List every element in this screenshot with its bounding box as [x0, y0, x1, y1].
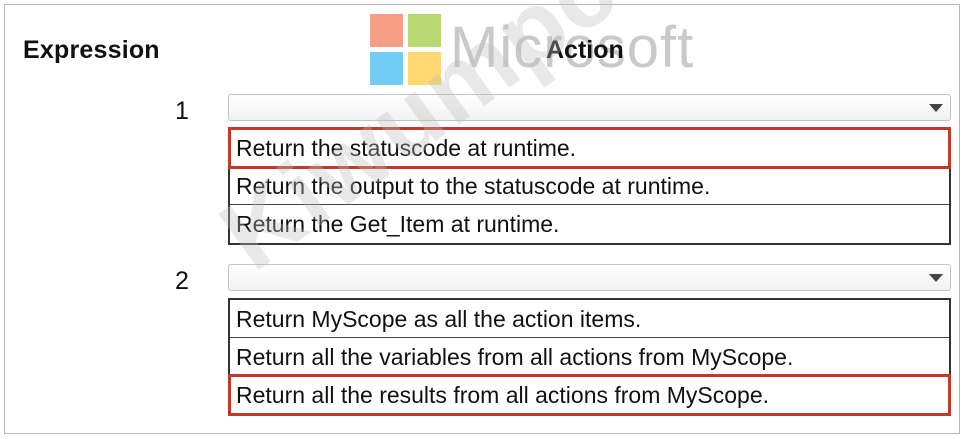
dropdown-2-options: Return MyScope as all the action items. …: [228, 298, 951, 416]
chevron-down-icon[interactable]: [929, 274, 943, 282]
chevron-down-icon[interactable]: [929, 104, 943, 112]
dropdown-2-option[interactable]: Return MyScope as all the action items.: [230, 300, 949, 338]
dropdown-1-option[interactable]: Return the statuscode at runtime.: [228, 127, 951, 169]
logo-square-red: [370, 14, 403, 47]
dropdown-1-options: Return the statuscode at runtime. Return…: [228, 127, 951, 245]
dropdown-2-option[interactable]: Return all the variables from all action…: [230, 338, 949, 376]
action-dropdown-2[interactable]: [228, 264, 951, 291]
logo-square-green: [408, 14, 441, 47]
action-dropdown-1[interactable]: [228, 94, 951, 121]
dropdown-2-option[interactable]: Return all the results from all actions …: [228, 374, 951, 416]
dropdown-1-option[interactable]: Return the output to the statuscode at r…: [230, 167, 949, 205]
action-column-header: Action: [546, 36, 624, 64]
dropdown-1-option[interactable]: Return the Get_Item at runtime.: [230, 205, 949, 243]
expression-column-header: Expression: [23, 36, 160, 64]
expression-number-1: 1: [175, 97, 189, 125]
expression-number-2: 2: [175, 267, 189, 295]
logo-square-yellow: [408, 52, 441, 85]
logo-square-blue: [370, 52, 403, 85]
